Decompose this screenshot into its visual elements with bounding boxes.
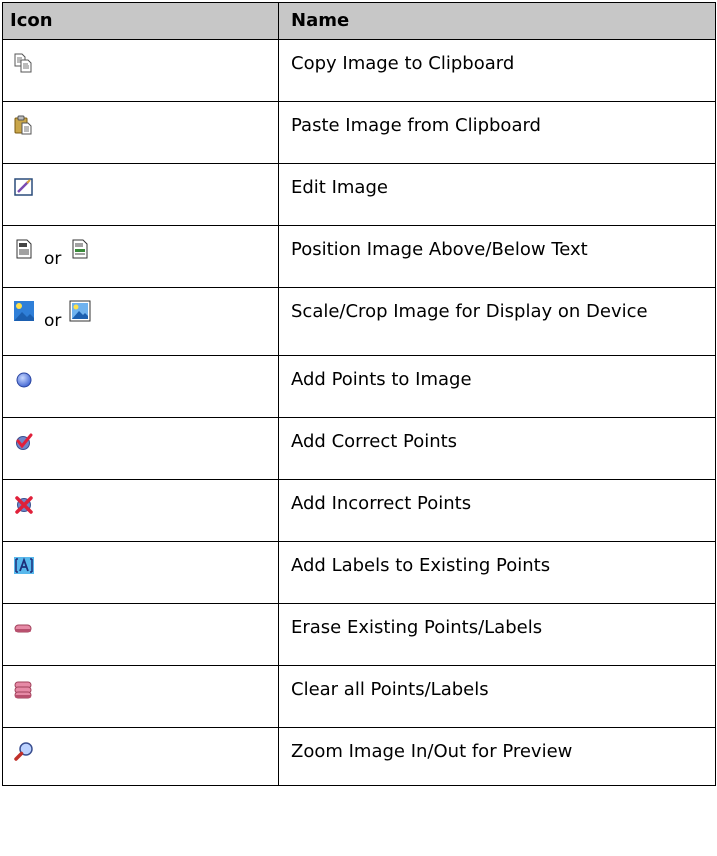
table-row: Copy Image to Clipboard xyxy=(2,39,716,102)
table-row: Clear all Points/Labels xyxy=(2,665,716,728)
row-name: Add Incorrect Points xyxy=(278,479,716,542)
icon-cell xyxy=(2,541,279,604)
crop-image-icon xyxy=(69,300,91,322)
icon-cell xyxy=(2,417,279,480)
row-name: Scale/Crop Image for Display on Device xyxy=(278,287,716,356)
table-row: Edit Image xyxy=(2,163,716,226)
icon-cell xyxy=(2,101,279,164)
row-name: Copy Image to Clipboard xyxy=(278,39,716,102)
icon-cell xyxy=(2,39,279,102)
icon-cell xyxy=(2,355,279,418)
zoom-magnifier-icon xyxy=(13,740,35,762)
icon-cell xyxy=(2,163,279,226)
table-row: Add Labels to Existing Points xyxy=(2,541,716,604)
icon-cell xyxy=(2,665,279,728)
table-row: or Scale/Crop Image for Display on Devic… xyxy=(2,287,716,356)
eraser-icon xyxy=(13,616,35,638)
position-image-below-icon xyxy=(69,238,91,260)
incorrect-x-icon xyxy=(13,492,35,514)
table-row: Erase Existing Points/Labels xyxy=(2,603,716,666)
table-row: Add Correct Points xyxy=(2,417,716,480)
table-row: Paste Image from Clipboard xyxy=(2,101,716,164)
or-text: or xyxy=(44,249,62,269)
blue-dot-icon xyxy=(13,368,35,390)
icon-cell xyxy=(2,479,279,542)
table-row: Add Points to Image xyxy=(2,355,716,418)
row-name: Paste Image from Clipboard xyxy=(278,101,716,164)
table-header-row: Icon Name xyxy=(2,2,716,40)
row-name: Clear all Points/Labels xyxy=(278,665,716,728)
row-name: Position Image Above/Below Text xyxy=(278,225,716,288)
clear-all-icon xyxy=(13,678,35,700)
or-text: or xyxy=(44,311,62,331)
icon-cell xyxy=(2,603,279,666)
label-a-icon xyxy=(13,554,35,576)
icon-reference-table: Icon Name Copy Image to Clipboard Paste … xyxy=(2,2,716,786)
column-header-icon: Icon xyxy=(2,2,279,40)
icon-cell xyxy=(2,727,279,786)
position-image-above-icon xyxy=(13,238,35,260)
copy-icon xyxy=(13,52,35,74)
scale-image-icon xyxy=(13,300,35,322)
row-name: Add Labels to Existing Points xyxy=(278,541,716,604)
paste-icon xyxy=(13,114,35,136)
row-name: Add Points to Image xyxy=(278,355,716,418)
table-row: or Position Image Above/Below Text xyxy=(2,225,716,288)
row-name: Zoom Image In/Out for Preview xyxy=(278,727,716,786)
row-name: Edit Image xyxy=(278,163,716,226)
column-header-name: Name xyxy=(278,2,716,40)
icon-cell: or xyxy=(2,225,279,288)
icon-cell: or xyxy=(2,287,279,356)
row-name: Add Correct Points xyxy=(278,417,716,480)
table-row: Zoom Image In/Out for Preview xyxy=(2,727,716,786)
edit-image-icon xyxy=(13,176,35,198)
row-name: Erase Existing Points/Labels xyxy=(278,603,716,666)
correct-check-icon xyxy=(13,430,35,452)
table-row: Add Incorrect Points xyxy=(2,479,716,542)
